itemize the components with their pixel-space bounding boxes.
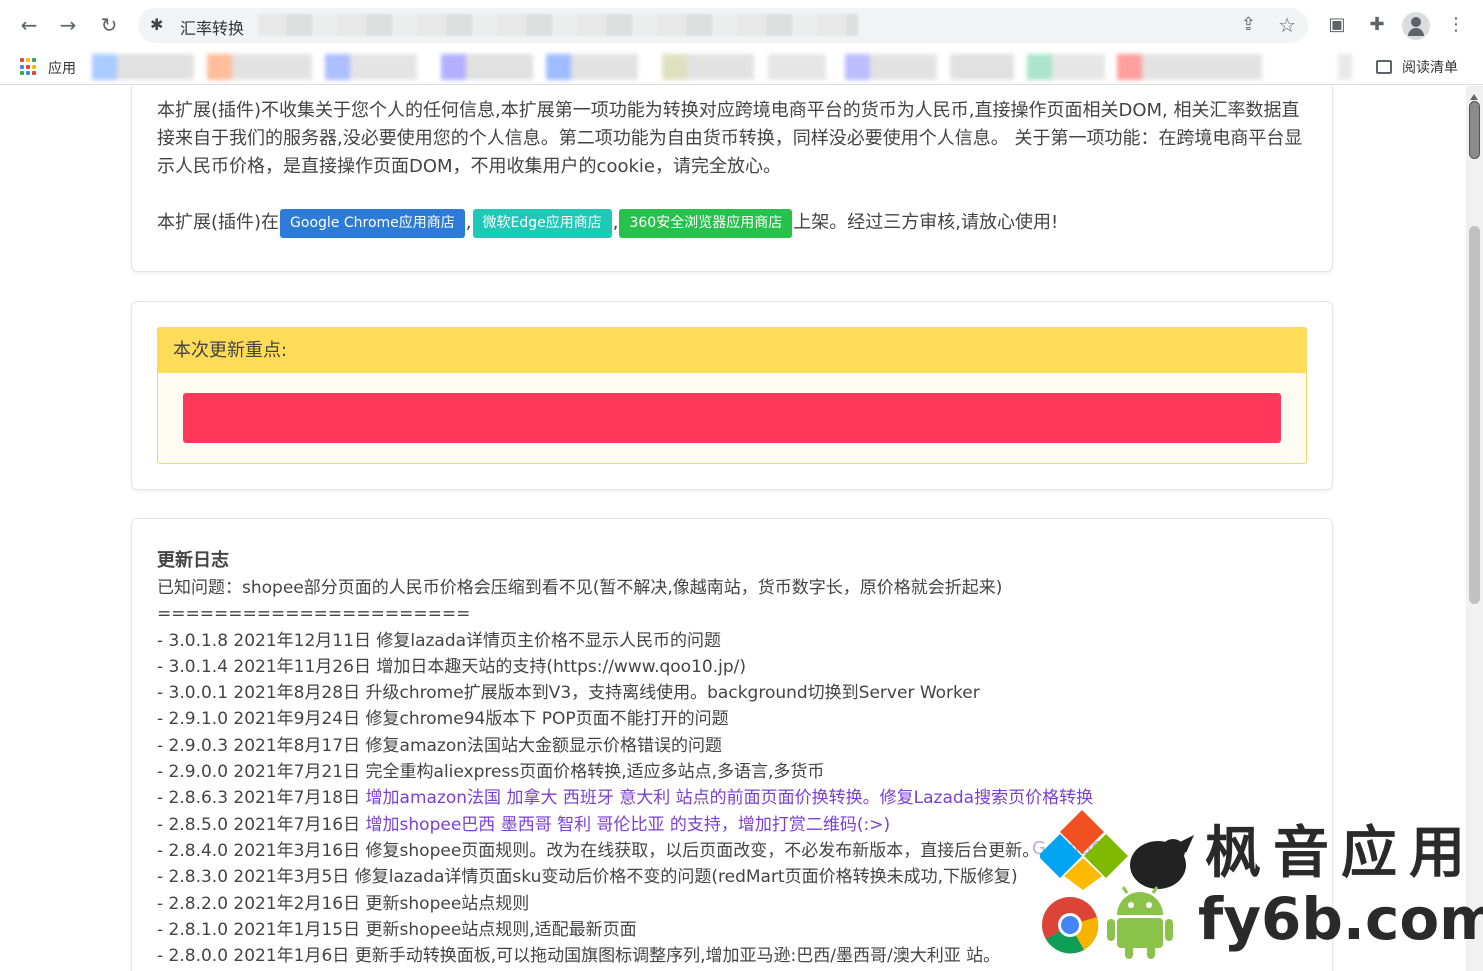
intro-card: 本扩展(插件)不收集关于您个人的任何信息,本扩展第一项功能为转换对应跨境电商平台… [131, 86, 1333, 272]
bookmark-item[interactable] [845, 54, 937, 80]
reading-list-label: 阅读清单 [1402, 60, 1458, 76]
changelog-entry-text: - 3.0.1.4 2021年11月26日 增加日本趣天站的支持(https:/… [157, 656, 746, 677]
bookmark-star-icon[interactable]: ☆ [1278, 13, 1296, 37]
changelog-entry-highlight: 增加shopee巴西 墨西哥 智利 哥伦比亚 的支持，增加打赏二维码(:>) [365, 814, 891, 835]
privacy-statement: 本扩展(插件)不收集关于您个人的任何信息,本扩展第一项功能为转换对应跨境电商平台… [157, 100, 1303, 177]
page-title: 汇率转换 [180, 19, 245, 38]
blurred-url [258, 14, 858, 36]
scroll-indicator[interactable] [1469, 101, 1480, 159]
changelog-entry: - 2.8.6.3 2021年7月18日 增加amazon法国 加拿大 西班牙 … [157, 785, 1307, 811]
changelog-entry: - 2.9.0.0 2021年7月21日 完全重构aliexpress页面价格转… [157, 759, 1307, 785]
browser-toolbar: ← → ↻ ✱ 汇率转换 ⇪ ☆ ▣ ✚ ⋮ [0, 0, 1483, 50]
360-store-badge[interactable]: 360安全浏览器应用商店 [619, 208, 793, 238]
profile-avatar-icon[interactable] [1402, 12, 1430, 40]
changelog-entry: - 3.0.1.8 2021年12月11日 修复lazada详情页主价格不显示人… [157, 628, 1307, 654]
tab-search-icon[interactable]: ▣ [1325, 13, 1349, 37]
store-suffix: 上架。经过三方审核,请放心使用! [793, 212, 1059, 233]
separator: , [465, 212, 472, 233]
apps-grid-icon[interactable] [20, 58, 38, 76]
chrome-logo-icon [1042, 897, 1099, 954]
watermark-cn: 枫音应用 [1205, 821, 1477, 886]
bookmark-item[interactable] [207, 54, 312, 80]
store-availability: 本扩展(插件)在 Google Chrome应用商店, 微软Edge应用商店, 360… [157, 208, 1058, 238]
edge-store-badge[interactable]: 微软Edge应用商店 [472, 208, 612, 238]
bookmarks-bar: 应用 阅读清单 [0, 50, 1483, 85]
apps-label[interactable]: 应用 [48, 58, 76, 78]
bookmark-item[interactable] [546, 54, 638, 80]
reload-icon[interactable]: ↻ [96, 12, 122, 38]
update-focus-card: 本次更新重点: [131, 301, 1333, 490]
extensions-icon[interactable]: ✚ [1365, 13, 1389, 37]
back-icon[interactable]: ← [16, 12, 42, 38]
changelog-entry-text: - 2.8.5.0 2021年7月16日 [157, 814, 366, 835]
address-bar[interactable]: ✱ 汇率转换 ⇪ ☆ [138, 8, 1308, 43]
reading-list-button[interactable]: 阅读清单 [1376, 57, 1458, 77]
watermark-en: fy6b.com [1198, 885, 1483, 953]
bookmark-item[interactable] [1117, 54, 1262, 80]
scroll-up-icon[interactable] [1470, 94, 1478, 100]
changelog-entry-text: - 2.8.4.0 2021年3月16日 修复shopee页面规则。改为在线获取… [157, 840, 1040, 861]
bookmark-item[interactable] [441, 54, 533, 80]
changelog-entry-text: - 2.9.0.3 2021年8月17日 修复amazon法国站大金额显示价格错… [157, 735, 723, 756]
android-logo-icon [1107, 886, 1173, 959]
extension-page-icon: ✱ [150, 15, 164, 34]
changelog-entry-text: - 2.9.1.0 2021年9月24日 修复chrome94版本下 POP页面… [157, 709, 729, 730]
changelog-entry-text: - 2.8.0.0 2021年1月6日 更新手动转换面板,可以拖动国旗图标调整序… [157, 946, 1001, 967]
changelog-entry-highlight: 增加amazon法国 加拿大 西班牙 意大利 站点的前面页面价换转换。修复Laz… [365, 788, 1094, 809]
changelog-entry-text: - 3.0.1.8 2021年12月11日 修复lazada详情页主价格不显示人… [157, 630, 722, 651]
changelog-entry-text: - 2.8.2.0 2021年2月16日 更新shopee站点规则 [157, 893, 530, 914]
bookmark-item[interactable] [325, 54, 417, 80]
bookmark-item[interactable] [768, 54, 826, 80]
store-prefix: 本扩展(插件)在 [157, 212, 280, 233]
divider: ====================== [157, 604, 471, 625]
reading-list-icon [1376, 60, 1392, 74]
changelog-entry: - 3.0.1.4 2021年11月26日 增加日本趣天站的支持(https:/… [157, 654, 1307, 680]
changelog-entry: - 2.9.1.0 2021年9月24日 修复chrome94版本下 POP页面… [157, 706, 1307, 732]
windows-logo-icon [1040, 810, 1128, 890]
chrome-store-badge[interactable]: Google Chrome应用商店 [280, 208, 465, 238]
bookmark-item[interactable] [950, 54, 1014, 80]
changelog-entry: - 2.9.0.3 2021年8月17日 修复amazon法国站大金额显示价格错… [157, 733, 1307, 759]
bookmark-item[interactable] [1338, 54, 1352, 80]
bookmark-item[interactable] [662, 54, 754, 80]
menu-kebab-icon[interactable]: ⋮ [1444, 13, 1468, 37]
changelog-entry-text: - 2.8.6.3 2021年7月18日 [157, 788, 366, 809]
update-focus-banner [183, 393, 1281, 443]
share-icon[interactable]: ⇪ [1241, 14, 1256, 35]
update-focus-title: 本次更新重点: [158, 328, 1306, 373]
changelog-entry-text: - 2.8.1.0 2021年1月15日 更新shopee站点规则,适配最新页面 [157, 919, 637, 940]
changelog-entry-text: - 2.9.0.0 2021年7月21日 完全重构aliexpress页面价格转… [157, 762, 825, 783]
changelog-entry-text: - 2.8.3.0 2021年3月5日 修复lazada详情页面sku变动后价格… [157, 867, 1018, 888]
changelog-entry: - 3.0.0.1 2021年8月28日 升级chrome扩展版本到V3，支持离… [157, 680, 1307, 706]
separator: , [612, 212, 619, 233]
changelog-entry-text: - 3.0.0.1 2021年8月28日 升级chrome扩展版本到V3，支持离… [157, 683, 980, 704]
known-issue: 已知问题：shopee部分页面的人民币价格会压缩到看不见(暂不解决,像越南站，货… [157, 578, 1003, 598]
forward-icon[interactable]: → [55, 12, 81, 38]
bookmark-item[interactable] [1027, 54, 1105, 80]
changelog-title: 更新日志 [157, 550, 229, 571]
update-focus-panel: 本次更新重点: [157, 327, 1307, 464]
scrollbar-thumb[interactable] [1469, 226, 1480, 604]
bookmark-item[interactable] [92, 54, 194, 80]
